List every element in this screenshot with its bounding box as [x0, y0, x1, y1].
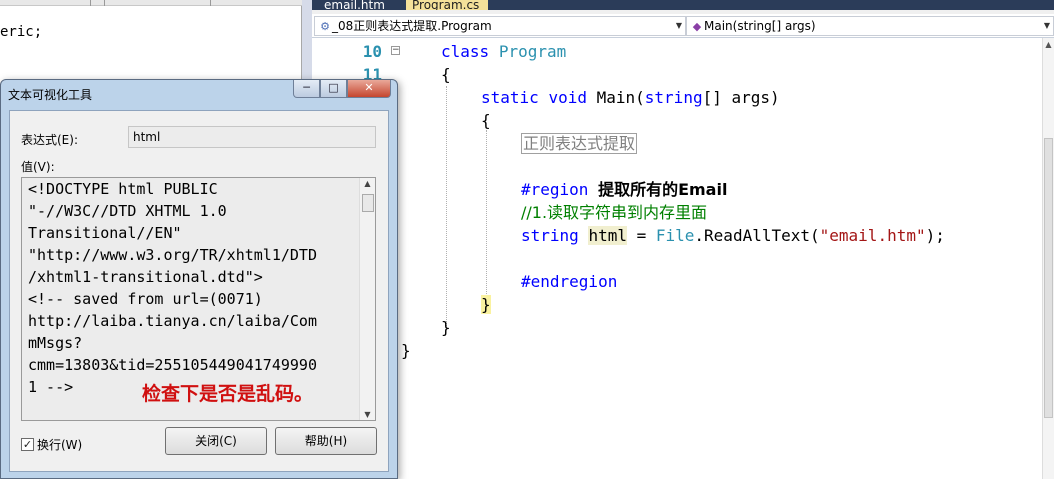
- header-separator: [104, 0, 105, 6]
- keyword: #region: [521, 180, 589, 199]
- region-name: 提取所有的Email: [598, 180, 728, 199]
- code-line: class Program: [441, 41, 566, 63]
- annotation-text: 检查下是否是乱码。: [142, 383, 314, 405]
- value-line: mMsgs?: [28, 334, 83, 352]
- word-wrap-label: 换行(W): [37, 438, 83, 452]
- code-line: }: [401, 341, 411, 360]
- member-dropdown[interactable]: ◆ Main(string[] args) ▼: [686, 16, 1054, 36]
- minimize-button[interactable]: ─: [293, 80, 320, 98]
- class-icon: ⚙: [320, 20, 330, 33]
- value-text: <!DOCTYPE html PUBLIC "-//W3C//DTD XHTML …: [28, 178, 352, 398]
- variable-name: html: [588, 226, 627, 245]
- value-line: cmm=13803&tid=255105449041749990: [28, 356, 317, 374]
- type-name: File: [655, 226, 695, 245]
- class-dropdown-value: _08正则表达式提取.Program: [332, 19, 492, 33]
- keyword: static: [481, 88, 539, 107]
- expression-field[interactable]: html: [128, 126, 376, 148]
- code-line: #region 提取所有的Email: [521, 179, 727, 201]
- close-button[interactable]: 关闭(C): [165, 427, 267, 455]
- value-line: "http://www.w3.org/TR/xhtml1/DTD: [28, 246, 317, 264]
- member-dropdown-value: Main(string[] args): [704, 19, 816, 33]
- keyword: void: [548, 88, 587, 107]
- value-line: /xhtml1-transitional.dtd">: [28, 268, 263, 286]
- header-separator: [210, 0, 211, 6]
- value-scrollbar[interactable]: ▲ ▼: [359, 178, 375, 420]
- code-line: //1.读取字符串到内存里面: [521, 202, 707, 224]
- scrollbar-thumb[interactable]: [1044, 138, 1053, 418]
- code-line: string html = File.ReadAllText("email.ht…: [521, 225, 945, 247]
- code-line: #endregion: [521, 271, 617, 293]
- document-tab-bar: email.htm Program.cs: [312, 0, 1054, 10]
- line-number: 10: [362, 42, 382, 61]
- keyword: #endregion: [521, 272, 618, 291]
- navigation-bar: ⚙ _08正则表达式提取.Program ▼ ◆ Main(string[] arg…: [312, 14, 1054, 38]
- dropdown-arrow-icon: ▼: [1043, 21, 1050, 30]
- dialog-title: 文本可视化工具: [8, 88, 93, 102]
- operator: =: [626, 226, 656, 245]
- method-icon: ◆: [692, 20, 702, 33]
- left-editor-header: [0, 0, 302, 6]
- class-dropdown[interactable]: ⚙ _08正则表达式提取.Program ▼: [314, 16, 686, 36]
- header-separator: [90, 0, 91, 6]
- code-editor[interactable]: 10 11 − class Program { static void Main…: [312, 38, 1042, 479]
- code-line: 正则表达式提取: [521, 133, 638, 155]
- collapsed-region[interactable]: 正则表达式提取: [521, 133, 638, 154]
- tab-email-htm[interactable]: email.htm: [318, 0, 402, 10]
- scroll-up-icon[interactable]: ▲: [1043, 40, 1054, 49]
- keyword: string: [644, 88, 703, 107]
- dialog-body: 表达式(E): html 值(V): <!DOCTYPE html PUBLIC…: [9, 110, 389, 472]
- left-code-fragment: eric;: [0, 24, 43, 40]
- maximize-button[interactable]: □: [320, 80, 347, 98]
- word-wrap-checkbox[interactable]: ✓ 换行(W): [21, 436, 82, 453]
- checkmark-icon[interactable]: ✓: [21, 438, 34, 451]
- indent-guide: [486, 130, 487, 308]
- scroll-up-icon[interactable]: ▲: [360, 179, 375, 188]
- scrollbar-thumb[interactable]: [362, 194, 374, 212]
- value-line: <!DOCTYPE html PUBLIC: [28, 180, 218, 198]
- keyword: string: [521, 226, 579, 245]
- code-line: {: [481, 111, 491, 130]
- comment: //1.读取字符串到内存里面: [521, 203, 708, 222]
- code-line: }: [481, 294, 491, 316]
- code-line: {: [441, 65, 451, 84]
- matched-brace: }: [481, 295, 491, 314]
- indent-guide: [446, 86, 447, 326]
- value-label: 值(V):: [21, 160, 55, 174]
- call-end: );: [925, 226, 945, 245]
- type-name: Program: [498, 42, 567, 61]
- expression-label: 表达式(E):: [21, 133, 78, 147]
- method-params: [] args): [702, 88, 780, 107]
- value-textarea[interactable]: <!DOCTYPE html PUBLIC "-//W3C//DTD XHTML …: [21, 177, 376, 421]
- editor-vertical-scrollbar[interactable]: ▲: [1042, 38, 1054, 479]
- dropdown-arrow-icon: ▼: [675, 21, 682, 30]
- keyword: class: [441, 42, 490, 61]
- tab-program-cs[interactable]: Program.cs: [406, 0, 488, 10]
- value-line: http://laiba.tianya.cn/laiba/Com: [28, 312, 317, 330]
- help-button[interactable]: 帮助(H): [275, 427, 377, 455]
- code-line: }: [441, 318, 451, 337]
- text-visualizer-dialog: 文本可视化工具 ─ □ ✕ 表达式(E): html 值(V): <!DOCTY…: [0, 79, 398, 479]
- value-line: Transitional//EN": [28, 224, 182, 242]
- value-line: <!-- saved from url=(0071): [28, 290, 263, 308]
- code-line: static void Main(string[] args): [481, 87, 780, 109]
- collapse-toggle-icon[interactable]: −: [391, 46, 400, 55]
- value-line: "-//W3C//DTD XHTML 1.0: [28, 202, 227, 220]
- string-literal: "email.htm": [819, 226, 926, 245]
- scroll-down-icon[interactable]: ▼: [360, 410, 375, 419]
- method-name: Main(: [596, 88, 645, 107]
- caption-buttons: ─ □ ✕: [293, 80, 391, 99]
- method-call: .ReadAllText(: [694, 226, 820, 245]
- close-window-button[interactable]: ✕: [347, 80, 391, 98]
